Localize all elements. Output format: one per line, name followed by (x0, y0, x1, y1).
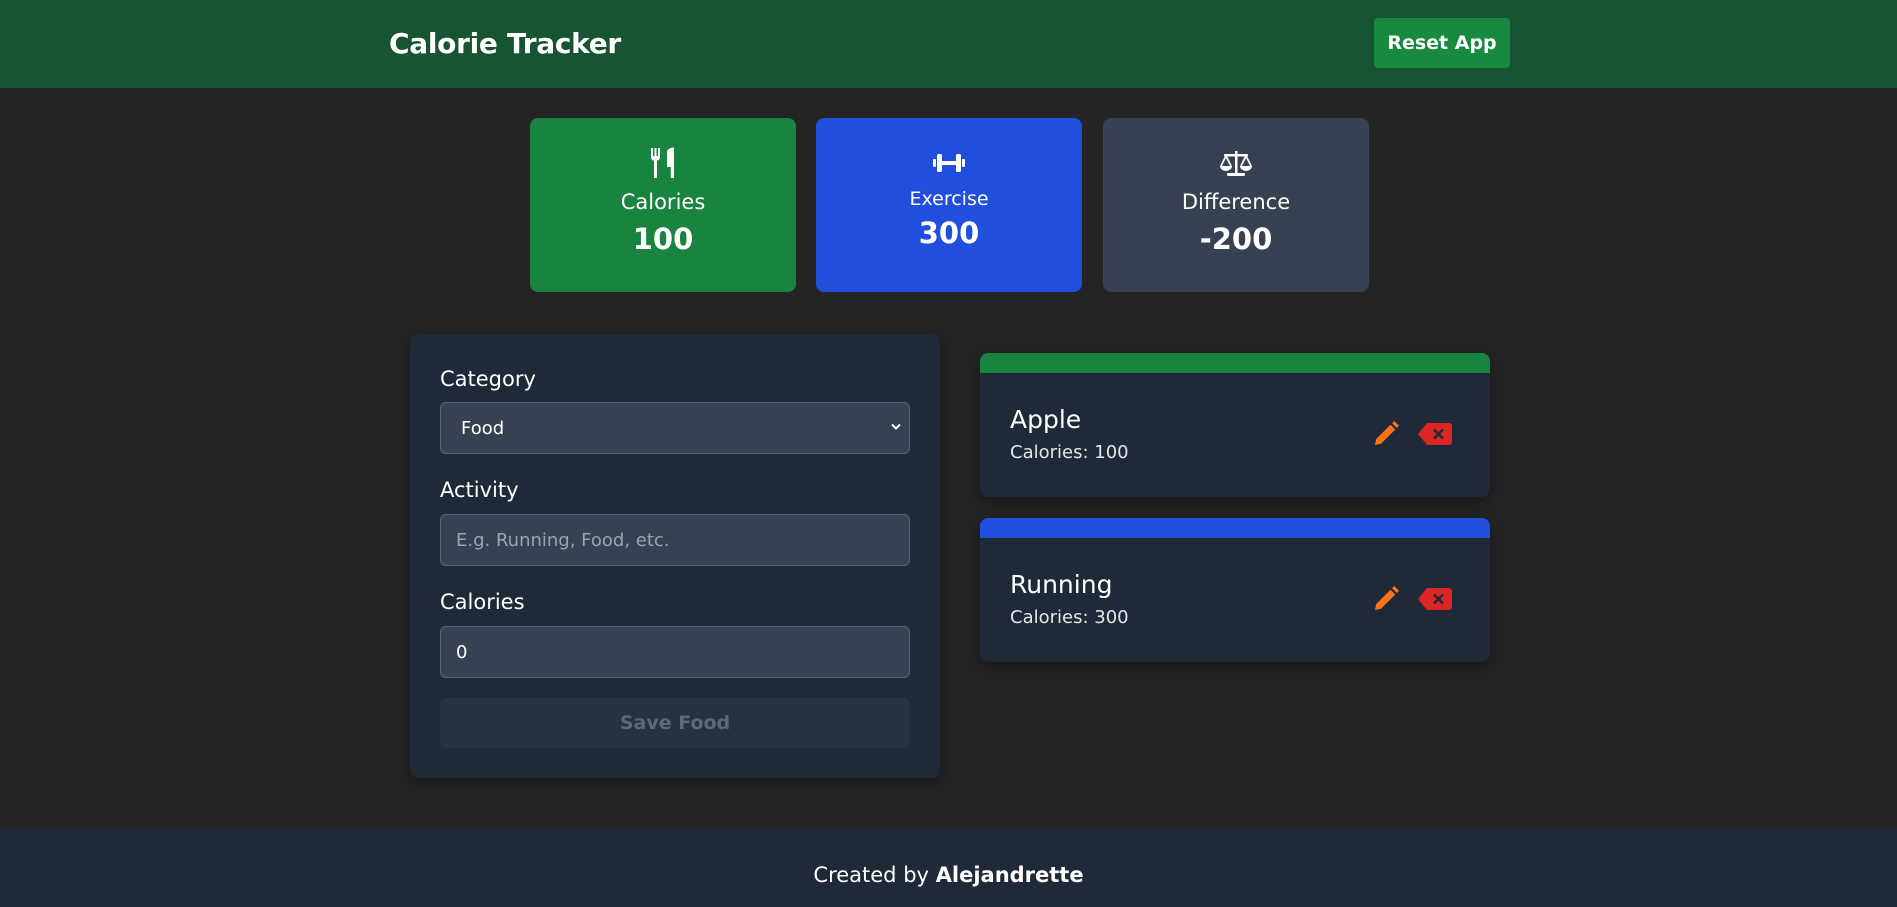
calories-stat-label: Calories (620, 190, 706, 214)
utensils-icon (650, 146, 676, 180)
scale-icon (1220, 146, 1252, 180)
backspace-delete-icon (1418, 422, 1452, 448)
delete-button[interactable] (1418, 421, 1452, 449)
footer-credit: Created by Alejandrette (0, 863, 1897, 887)
activity-form: Category Food Activity E.g. Running, Foo… (410, 334, 940, 778)
difference-stat-card: Difference -200 (1103, 118, 1369, 292)
activity-label: Activity (440, 478, 519, 502)
exercise-stat-value: 300 (918, 216, 980, 250)
footer-author: Alejandrette (935, 863, 1084, 887)
dumbbell-icon (933, 146, 965, 180)
difference-stat-value: -200 (1199, 222, 1273, 256)
calories-stat-value: 100 (632, 222, 694, 256)
footer-prefix: Created by (813, 863, 936, 887)
chevron-down-icon (889, 418, 903, 439)
pencil-icon (1373, 585, 1399, 615)
category-strip (980, 518, 1490, 538)
activity-calories: Calories: 300 (1010, 607, 1129, 628)
calories-input[interactable]: 0 (440, 626, 910, 678)
edit-button[interactable] (1372, 420, 1400, 450)
activity-calories: Calories: 100 (1010, 442, 1129, 463)
difference-stat-label: Difference (1181, 190, 1291, 214)
activity-name: Running (1010, 570, 1113, 599)
activity-input[interactable]: E.g. Running, Food, etc. (440, 514, 910, 566)
activity-item: Apple Calories: 100 (980, 353, 1490, 497)
app-title: Calorie Tracker (389, 27, 621, 60)
save-food-button[interactable]: Save Food (440, 698, 910, 748)
pencil-icon (1373, 420, 1399, 450)
exercise-stat-label: Exercise (909, 188, 989, 210)
category-strip (980, 353, 1490, 373)
activity-name: Apple (1010, 405, 1082, 434)
app-header: Calorie Tracker Reset App (0, 0, 1897, 88)
page: Calorie Tracker Reset App Calories 100 E… (0, 0, 1897, 907)
category-select[interactable]: Food (440, 402, 910, 454)
category-selected-value: Food (461, 417, 505, 439)
footer: Created by Alejandrette (0, 829, 1897, 907)
calories-stat-card: Calories 100 (530, 118, 796, 292)
activity-placeholder: E.g. Running, Food, etc. (456, 529, 670, 551)
category-label: Category (440, 367, 536, 391)
activity-item: Running Calories: 300 (980, 518, 1490, 662)
calories-label: Calories (440, 590, 525, 614)
backspace-delete-icon (1418, 587, 1452, 613)
calories-input-value: 0 (456, 641, 468, 663)
delete-button[interactable] (1418, 586, 1452, 614)
reset-app-button[interactable]: Reset App (1374, 18, 1510, 68)
edit-button[interactable] (1372, 585, 1400, 615)
exercise-stat-card: Exercise 300 (816, 118, 1082, 292)
